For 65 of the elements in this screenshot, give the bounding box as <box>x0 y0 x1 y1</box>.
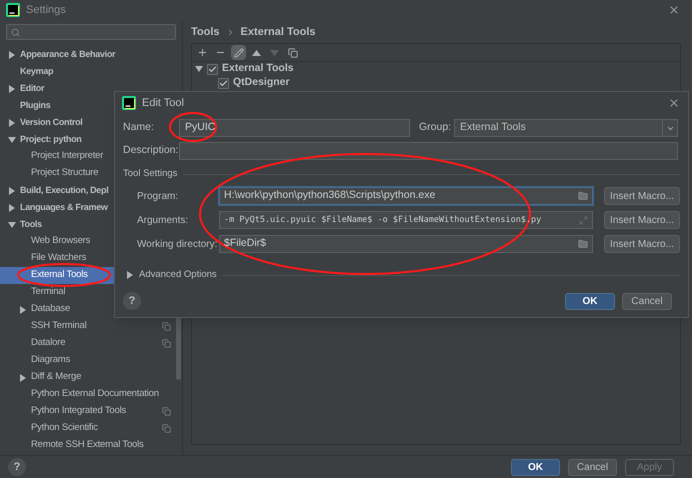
sidebar-item[interactable]: Python Scientific <box>0 420 182 437</box>
copy-icon <box>162 424 171 433</box>
sidebar-item[interactable]: Keymap <box>0 63 182 80</box>
tree-item[interactable]: QtDesigner <box>233 75 290 91</box>
tree-item[interactable]: External Tools <box>222 61 294 77</box>
expanded-arrow-icon[interactable] <box>195 65 203 73</box>
search-field[interactable] <box>6 24 176 40</box>
input-field[interactable]: $FileDir$ <box>219 235 593 253</box>
field-label: Name: <box>123 120 155 136</box>
description-field[interactable] <box>179 142 678 160</box>
copy-icon <box>162 339 171 348</box>
collapsed-arrow-icon[interactable] <box>8 186 16 194</box>
collapsed-arrow-icon[interactable] <box>8 118 16 126</box>
section-title: Tool Settings <box>123 166 178 181</box>
dialog-button[interactable]: Cancel <box>568 458 617 476</box>
sidebar-item[interactable]: Diff & Merge <box>0 369 182 386</box>
insert-macro-button[interactable]: Insert Macro... <box>604 211 680 229</box>
copy-icon <box>162 407 171 416</box>
collapsed-arrow-icon[interactable] <box>19 374 27 382</box>
sidebar-item[interactable]: Datalore <box>0 335 182 352</box>
sidebar-item[interactable]: Diagrams <box>0 352 182 369</box>
collapsed-arrow-icon[interactable] <box>19 306 27 314</box>
collapsed-arrow-icon[interactable] <box>8 50 16 58</box>
field-label: Program: <box>137 190 178 204</box>
app-logo-icon <box>122 96 136 110</box>
pencil-icon[interactable] <box>231 45 246 60</box>
checkbox[interactable] <box>207 64 218 74</box>
dialog-title: Edit Tool <box>142 96 184 111</box>
sidebar-item[interactable]: Appearance & Behavior <box>0 46 182 63</box>
copy-icon <box>162 322 171 331</box>
ok-button[interactable]: OK <box>511 458 560 476</box>
search-icon <box>11 28 20 36</box>
field-label: Arguments: <box>137 214 188 228</box>
sidebar-item[interactable]: Python External Documentation <box>0 386 182 403</box>
dialog-button[interactable]: Cancel <box>622 292 672 310</box>
group-select[interactable]: External Tools <box>454 119 678 137</box>
insert-macro-button[interactable]: Insert Macro... <box>604 187 680 205</box>
close-icon[interactable] <box>668 97 680 109</box>
breadcrumb-link[interactable]: Tools <box>191 24 220 40</box>
breadcrumb-current: External Tools <box>240 24 316 40</box>
window-title: Settings <box>26 2 66 18</box>
expanded-arrow-icon[interactable] <box>8 136 16 144</box>
checkbox[interactable] <box>218 78 229 88</box>
sidebar-item[interactable]: SSH Terminal <box>0 318 182 335</box>
app-logo-icon <box>6 3 20 17</box>
annotation-ellipse <box>169 112 217 142</box>
name-field[interactable]: PyUIC <box>179 119 410 137</box>
insert-macro-button[interactable]: Insert Macro... <box>604 235 680 253</box>
close-icon[interactable] <box>668 4 680 16</box>
field-label: Group: <box>419 120 452 136</box>
sidebar-item[interactable]: Remote SSH External Tools <box>0 437 182 454</box>
help-button[interactable]: ? <box>8 458 26 476</box>
folder-icon[interactable] <box>578 239 588 249</box>
input-field[interactable]: H:\work\python\python368\Scripts\python.exe <box>219 187 593 205</box>
sidebar-item[interactable]: Python Integrated Tools <box>0 403 182 420</box>
collapsed-arrow-icon[interactable] <box>126 271 134 279</box>
collapsed-arrow-icon[interactable] <box>8 204 16 212</box>
sidebar-item[interactable]: Editor <box>0 80 182 97</box>
collapsed-arrow-icon[interactable] <box>8 84 16 92</box>
folder-icon[interactable] <box>578 191 588 201</box>
field-label: Description: <box>123 143 179 158</box>
expanded-arrow-icon[interactable] <box>8 220 16 228</box>
field-label: Working directory: <box>137 238 218 252</box>
help-button[interactable]: ? <box>123 292 141 310</box>
ok-button[interactable]: OK <box>565 292 615 310</box>
